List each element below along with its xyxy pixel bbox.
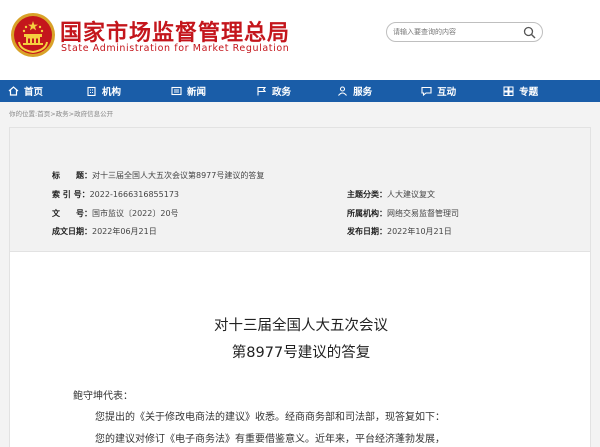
nav-item-label: 首页: [24, 87, 44, 98]
article-title-line1: 对十三届全国人大五次会议: [214, 318, 388, 334]
nav-item-label: 服务: [353, 87, 373, 98]
search-icon[interactable]: [523, 26, 536, 39]
building-icon: [87, 86, 96, 96]
service-icon: [338, 86, 347, 96]
flag-icon: [257, 86, 267, 96]
article-salutation: 鲍守坤代表：: [73, 391, 133, 402]
meta-docno-label: 文 号：: [52, 209, 92, 218]
nav-item-topics[interactable]: 专题: [503, 84, 538, 98]
nav-item-label: 专题: [519, 87, 539, 98]
meta-docno-value: 国市监议〔2022〕20号: [92, 209, 179, 218]
meta-agency-value: 网络交易监督管理司: [387, 209, 459, 218]
main-nav: 首页 机构 新闻 政务 服务 互动 专题: [0, 80, 600, 102]
meta-category-label: 主题分类：: [347, 190, 387, 199]
meta-index-label: 索 引 号：: [52, 190, 90, 199]
meta-title-label: 标 题：: [52, 171, 92, 180]
site-name-en[interactable]: State Administration for Market Regulati…: [61, 43, 289, 54]
meta-agency-label: 所属机构：: [347, 209, 387, 218]
nav-item-organization[interactable]: 机构: [86, 84, 121, 98]
nav-item-services[interactable]: 服务: [337, 84, 372, 98]
meta-published-row: 发布日期：2022年10月21日: [347, 226, 452, 237]
news-icon: [171, 86, 182, 96]
meta-index-value: 2022-1666316855173: [89, 190, 179, 199]
meta-docno-row: 文 号：国市监议〔2022〕20号: [52, 208, 179, 219]
search-input[interactable]: [393, 25, 517, 39]
nav-item-label: 机构: [102, 87, 122, 98]
meta-published-label: 发布日期：: [347, 227, 387, 236]
breadcrumb[interactable]: 你的位置:首页>政务>政府信息公开: [9, 108, 113, 118]
topic-icon: [503, 86, 514, 96]
meta-index-row: 索 引 号：2022-1666316855173: [52, 189, 179, 200]
nav-item-label: 政务: [272, 87, 292, 98]
nav-item-label: 新闻: [187, 87, 207, 98]
site-header: 国家市场监督管理总局 State Administration for Mark…: [0, 0, 600, 80]
meta-title-value: 对十三届全国人大五次会议第8977号建议的答复: [92, 171, 265, 180]
chat-icon: [421, 86, 432, 96]
nav-item-news[interactable]: 新闻: [171, 84, 206, 98]
nav-item-label: 互动: [437, 87, 457, 98]
meta-category-value: 人大建议复文: [387, 190, 435, 199]
nav-item-interaction[interactable]: 互动: [421, 84, 456, 98]
home-icon: [8, 86, 19, 96]
meta-agency-row: 所属机构：网络交易监督管理司: [347, 208, 459, 219]
nav-item-affairs[interactable]: 政务: [256, 84, 291, 98]
meta-created-label: 成文日期：: [52, 227, 92, 236]
national-emblem-icon[interactable]: [10, 12, 56, 58]
article-paragraph: 您提出的《关于修改电商法的建议》收悉。经商商务部和司法部，现答复如下：: [95, 412, 445, 423]
document-meta-card: 标 题：对十三届全国人大五次会议第8977号建议的答复 索 引 号：2022-1…: [9, 127, 591, 252]
meta-created-value: 2022年06月21日: [92, 227, 157, 236]
meta-published-value: 2022年10月21日: [387, 227, 452, 236]
article-paragraph: 您的建议对修订《电子商务法》有重要借鉴意义。近年来，平台经济蓬勃发展，: [95, 434, 445, 445]
meta-created-row: 成文日期：2022年06月21日: [52, 226, 157, 237]
article-body: 对十三届全国人大五次会议 第8977号建议的答复 鲍守坤代表： 您提出的《关于修…: [9, 252, 591, 447]
search-box: [386, 22, 543, 42]
meta-category-row: 主题分类：人大建议复文: [347, 189, 435, 200]
nav-item-home[interactable]: 首页: [8, 84, 43, 98]
article-title-line2: 第8977号建议的答复: [231, 345, 371, 361]
meta-title-row: 标 题：对十三届全国人大五次会议第8977号建议的答复: [52, 170, 264, 181]
